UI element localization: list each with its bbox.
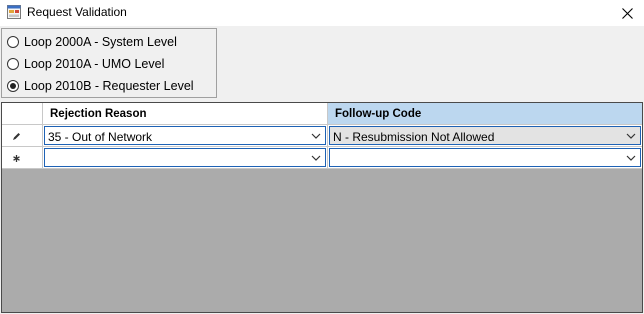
loop-2000a-label: Loop 2000A - System Level: [24, 35, 177, 49]
chevron-down-icon: [311, 155, 321, 161]
chevron-down-icon: [626, 133, 636, 139]
new-rejection-reason-dropdown[interactable]: [44, 148, 326, 167]
chevron-down-icon: [626, 155, 636, 161]
close-button[interactable]: [610, 0, 644, 26]
row-header-editing[interactable]: [2, 125, 43, 147]
close-icon: [621, 7, 633, 19]
new-row-asterisk-icon: [13, 155, 20, 162]
form-app-icon: [7, 5, 21, 19]
row-header-new[interactable]: [2, 147, 43, 169]
row-header-corner[interactable]: [2, 103, 43, 125]
column-header-follow-up-code[interactable]: Follow-up Code: [328, 103, 642, 125]
new-follow-up-code-dropdown[interactable]: [329, 148, 641, 167]
rejection-reason-dropdown[interactable]: 35 - Out of Network: [44, 126, 326, 145]
loop-2010a-label: Loop 2010A - UMO Level: [24, 57, 165, 71]
follow-up-code-value: N - Resubmission Not Allowed: [333, 130, 495, 144]
title-bar: Request Validation: [0, 0, 644, 26]
loop-2010b-option[interactable]: Loop 2010B - Requester Level: [7, 78, 194, 94]
follow-up-code-dropdown[interactable]: N - Resubmission Not Allowed: [329, 126, 641, 145]
loop-2010b-label: Loop 2010B - Requester Level: [24, 79, 194, 93]
loop-2010b-radio[interactable]: [7, 80, 19, 92]
validation-grid: Rejection Reason Follow-up Code 35 - Out…: [1, 102, 643, 313]
rejection-reason-value: 35 - Out of Network: [48, 130, 153, 144]
loop-2000a-option[interactable]: Loop 2000A - System Level: [7, 34, 177, 50]
loop-2010a-option[interactable]: Loop 2010A - UMO Level: [7, 56, 164, 72]
loop-level-group: Loop 2000A - System Level Loop 2010A - U…: [1, 28, 217, 98]
loop-2000a-radio[interactable]: [7, 36, 19, 48]
follow-up-code-cell: N - Resubmission Not Allowed: [328, 125, 642, 147]
rejection-reason-cell: 35 - Out of Network: [43, 125, 328, 147]
new-rejection-reason-cell: [43, 147, 328, 169]
column-header-rejection-reason[interactable]: Rejection Reason: [43, 103, 328, 125]
loop-2010a-radio[interactable]: [7, 58, 19, 70]
new-follow-up-code-cell: [328, 147, 642, 169]
window-title: Request Validation: [27, 5, 127, 19]
chevron-down-icon: [311, 133, 321, 139]
pencil-edit-icon: [13, 133, 20, 140]
